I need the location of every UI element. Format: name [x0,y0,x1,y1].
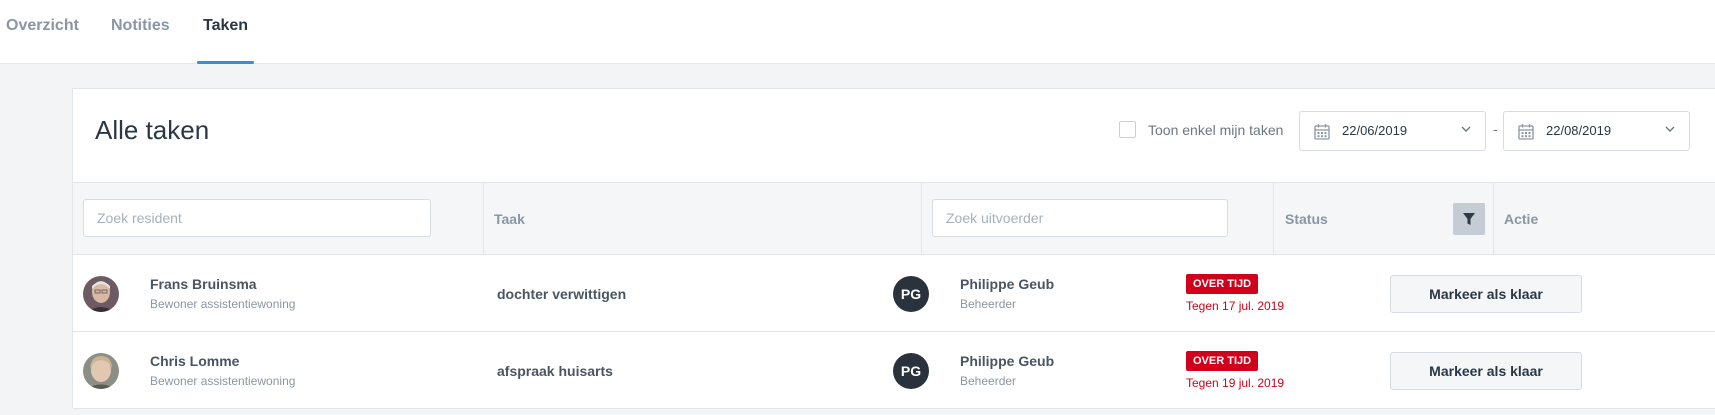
calendar-icon [1518,124,1534,140]
tab-notities[interactable]: Notities [111,0,170,64]
executor-name: Philippe Geub [960,353,1055,369]
status-badge: OVER TIJD [1186,351,1259,371]
executor-role: Beheerder [960,374,1017,388]
date-from-picker[interactable]: 22/06/2019 [1299,111,1486,151]
resident-avatar [83,276,119,312]
tasks-card: Alle taken Toon enkel mijn taken 22/06/2… [72,88,1715,409]
table-row: Chris Lomme Bewoner assistentiewoning af… [73,333,1715,409]
tab-taken[interactable]: Taken [197,0,255,64]
resident-photo [83,276,119,312]
top-tab-bar: Overzicht Notities Taken [0,0,1715,64]
filter-icon [1463,213,1475,225]
tab-overzicht[interactable]: Overzicht [6,0,79,64]
executor-name: Philippe Geub [960,276,1055,292]
mark-done-button[interactable]: Markeer als klaar [1390,352,1582,390]
executor-avatar: PG [893,276,929,312]
table-header: Taak Status Actie [73,183,1715,255]
column-divider [1493,183,1494,254]
resident-avatar [83,353,119,389]
date-to-picker[interactable]: 22/08/2019 [1503,111,1690,151]
tab-label: Taken [203,17,249,34]
task-name: afspraak huisarts [497,363,613,379]
executor-role: Beheerder [960,297,1017,311]
status-filter-button[interactable] [1453,203,1485,235]
task-name: dochter verwittigen [497,286,627,302]
only-mine-label: Toon enkel mijn taken [1148,122,1284,138]
status-column-header: Status [1285,211,1328,227]
chevron-down-icon [1461,126,1471,132]
resident-search-input[interactable] [83,199,431,237]
only-mine-checkbox[interactable] [1119,121,1136,138]
tab-label: Notities [111,17,170,34]
active-tab-indicator [197,61,255,64]
page-title: Alle taken [95,115,210,145]
date-from-value: 22/06/2019 [1342,123,1408,138]
column-divider [483,183,484,254]
resident-name[interactable]: Frans Bruinsma [150,276,257,292]
table-row: Frans Bruinsma Bewoner assistentiewoning… [73,256,1715,332]
resident-type: Bewoner assistentiewoning [150,297,296,311]
action-column-header: Actie [1504,211,1539,227]
resident-name[interactable]: Chris Lomme [150,353,239,369]
column-divider [921,183,922,254]
mark-done-button[interactable]: Markeer als klaar [1390,275,1582,313]
due-date: Tegen 19 jul. 2019 [1186,376,1285,390]
card-header: Alle taken Toon enkel mijn taken 22/06/2… [73,89,1715,183]
date-to-value: 22/08/2019 [1546,123,1612,138]
task-column-header: Taak [494,211,525,227]
executor-search-input[interactable] [932,199,1228,237]
tab-label: Overzicht [6,17,79,34]
calendar-icon [1314,124,1330,140]
due-date: Tegen 17 jul. 2019 [1186,299,1285,313]
status-badge: OVER TIJD [1186,274,1259,294]
resident-type: Bewoner assistentiewoning [150,374,296,388]
resident-photo [83,353,119,389]
chevron-down-icon [1665,126,1675,132]
date-separator: - [1493,121,1498,137]
executor-avatar: PG [893,353,929,389]
column-divider [1273,183,1274,254]
